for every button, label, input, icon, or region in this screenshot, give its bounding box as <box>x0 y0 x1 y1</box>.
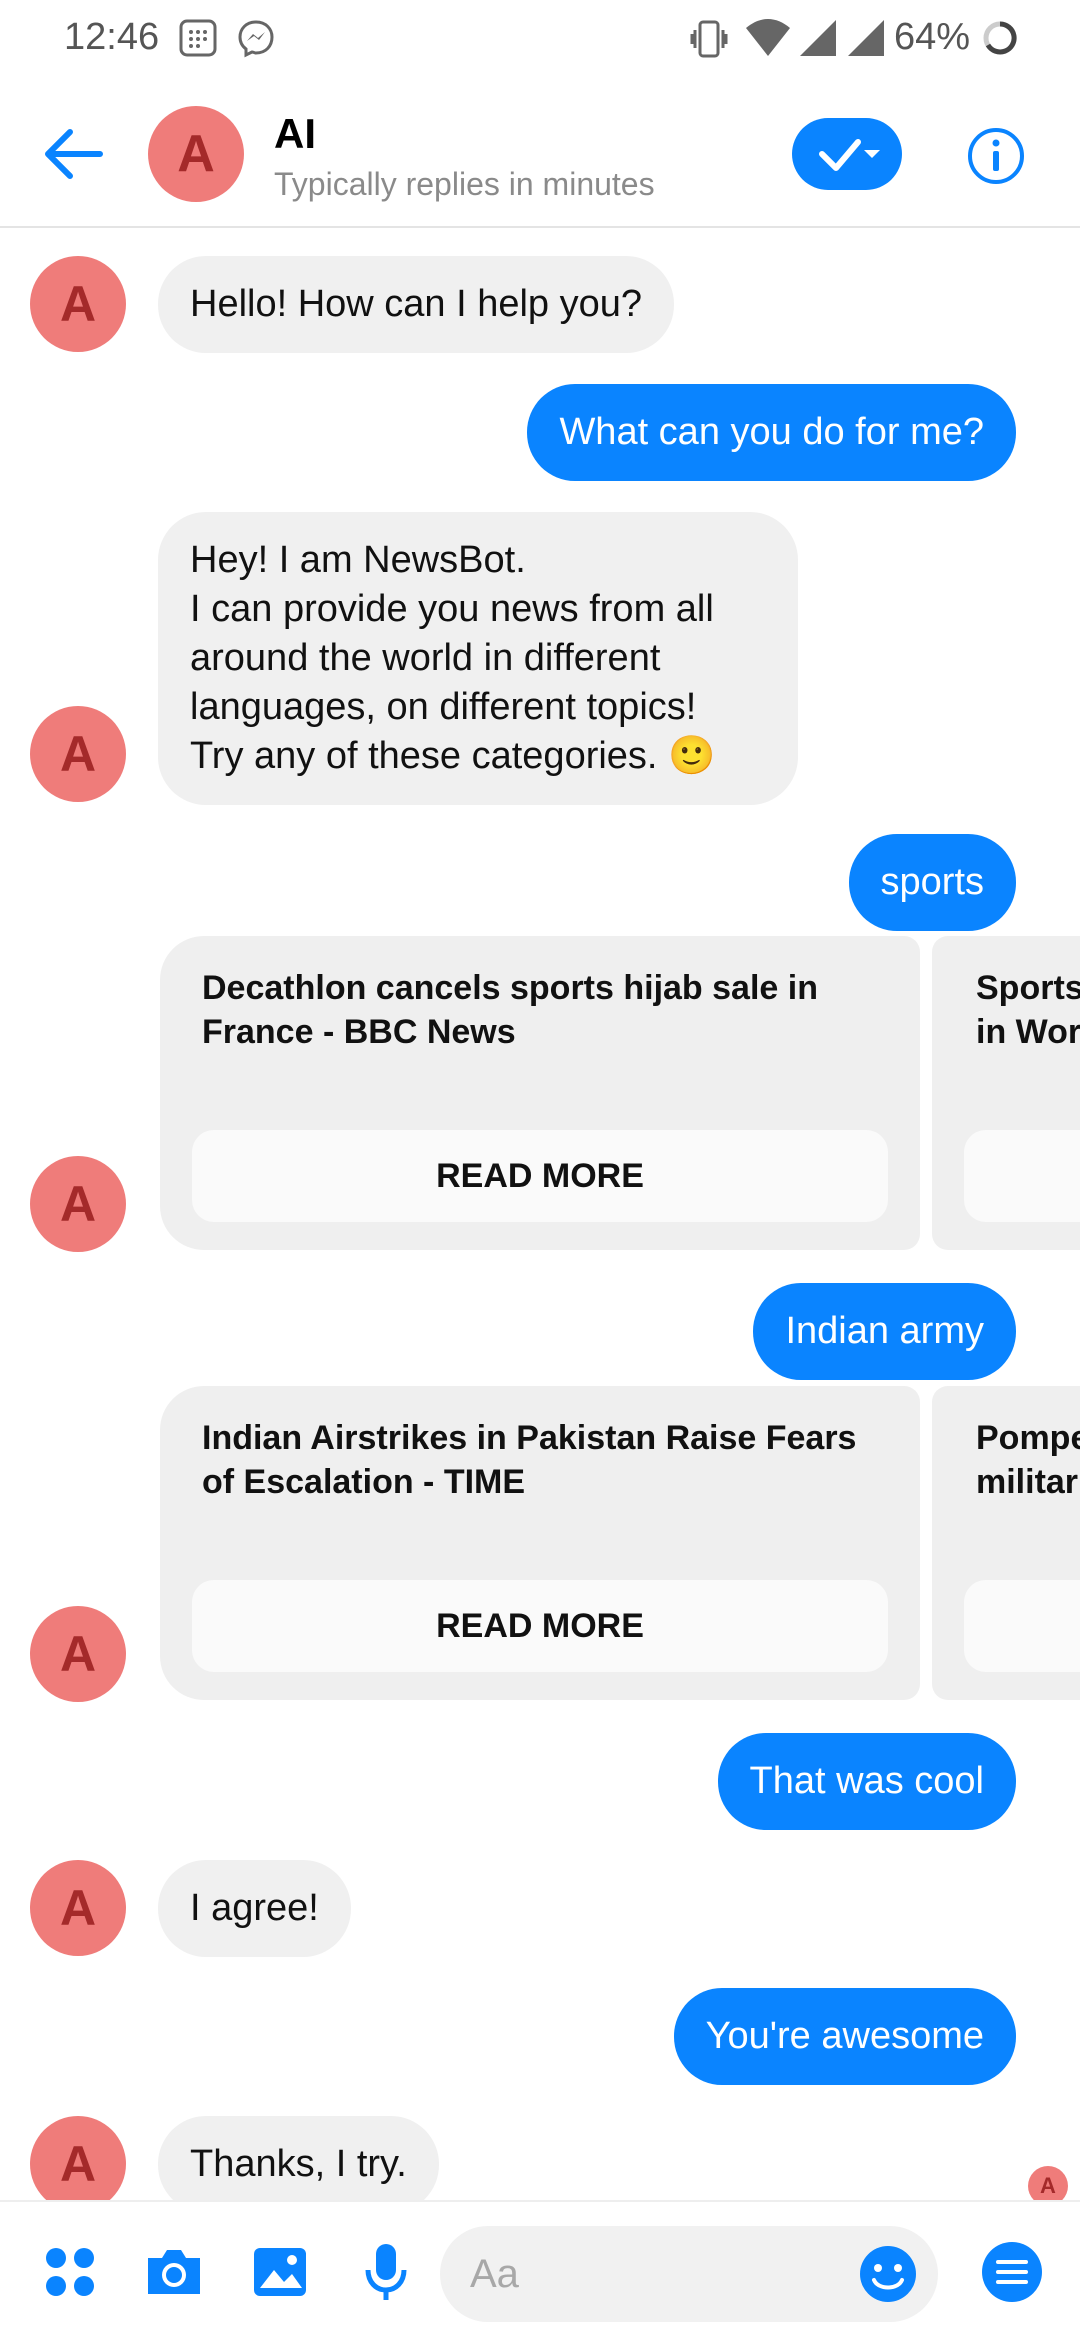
user-message[interactable]: sports <box>848 834 1016 931</box>
gallery-icon[interactable] <box>248 2240 312 2304</box>
menu-icon[interactable] <box>980 2240 1044 2304</box>
message-line: Try any of these categories. 🙂 <box>190 735 716 777</box>
news-card-peek[interactable]: Sports in Wor <box>932 936 1080 1250</box>
news-card-title-line: militar <box>976 1463 1079 1501</box>
message-line: I can provide you news from all <box>190 588 714 630</box>
signal-icon-2 <box>848 20 884 56</box>
contact-status: Typically replies in minutes <box>274 166 655 202</box>
news-card[interactable]: Indian Airstrikes in Pakistan Raise Fear… <box>160 1386 920 1700</box>
news-card-title: Indian Airstrikes in Pakistan Raise Fear… <box>202 1419 857 1501</box>
bot-message[interactable]: Hello! How can I help you? <box>158 256 675 353</box>
news-card-title-line: Sports <box>976 969 1080 1007</box>
user-message[interactable]: What can you do for me? <box>527 384 1016 481</box>
read-more-button[interactable] <box>964 1580 1080 1672</box>
bot-message[interactable]: Thanks, I try. <box>158 2116 439 2213</box>
user-message[interactable]: You're awesome <box>673 1988 1016 2085</box>
status-time: 12:46 <box>64 16 160 58</box>
status-bar: 12:46 64% <box>0 0 1080 80</box>
news-card-title: Decathlon cancels sports hijab sale in F… <box>202 969 818 1051</box>
conversation-header: A AI Typically replies in minutes <box>0 80 1080 228</box>
read-more-button[interactable]: READ MORE <box>192 1580 888 1672</box>
bot-message[interactable]: I agree! <box>158 1860 351 1957</box>
messenger-notification-icon <box>238 20 274 58</box>
battery-percent: 64% <box>893 16 970 58</box>
bot-avatar[interactable]: A <box>30 706 126 802</box>
contact-name[interactable]: AI <box>274 110 316 158</box>
bot-avatar[interactable]: A <box>30 2116 126 2212</box>
news-card-title: Pompe militar <box>976 1416 1080 1504</box>
check-dropdown-icon <box>819 139 880 171</box>
read-more-button[interactable]: READ MORE <box>192 1130 888 1222</box>
news-card-title-line: in Wor <box>976 1013 1080 1051</box>
message-input[interactable] <box>470 2226 850 2322</box>
message-compose[interactable] <box>440 2226 938 2322</box>
composer-bar <box>0 2200 1080 2340</box>
battery-ring-icon <box>983 21 1017 55</box>
bot-avatar[interactable]: A <box>30 256 126 352</box>
check-dropdown-button[interactable] <box>792 118 902 190</box>
user-message[interactable]: That was cool <box>717 1733 1016 1830</box>
calculator-notification-icon <box>179 19 217 57</box>
news-card[interactable]: Decathlon cancels sports hijab sale in F… <box>160 936 920 1250</box>
bot-avatar[interactable]: A <box>30 1860 126 1956</box>
user-message[interactable]: Indian army <box>753 1283 1016 1380</box>
bot-avatar[interactable]: A <box>30 1156 126 1252</box>
emoji-icon[interactable] <box>856 2242 920 2306</box>
vibrate-icon <box>690 20 728 58</box>
news-card-title: Sports in Wor <box>976 966 1080 1054</box>
message-line: around the world in different <box>190 637 661 679</box>
news-card-title-line: Pompe <box>976 1419 1080 1457</box>
apps-grid-icon[interactable] <box>38 2240 102 2304</box>
signal-icon-1 <box>800 20 836 56</box>
info-icon[interactable] <box>966 126 1026 186</box>
microphone-icon[interactable] <box>354 2240 418 2304</box>
back-arrow-icon[interactable] <box>40 126 104 182</box>
camera-icon[interactable] <box>142 2240 206 2304</box>
wifi-icon <box>746 19 790 56</box>
message-line: Hey! I am NewsBot. <box>190 539 526 581</box>
bot-message[interactable]: Hey! I am NewsBot. I can provide you new… <box>158 512 798 805</box>
read-more-button[interactable] <box>964 1130 1080 1222</box>
bot-avatar[interactable]: A <box>30 1606 126 1702</box>
contact-avatar[interactable]: A <box>148 106 244 202</box>
message-line: languages, on different topics! <box>190 686 697 728</box>
news-card-peek[interactable]: Pompe militar <box>932 1386 1080 1700</box>
